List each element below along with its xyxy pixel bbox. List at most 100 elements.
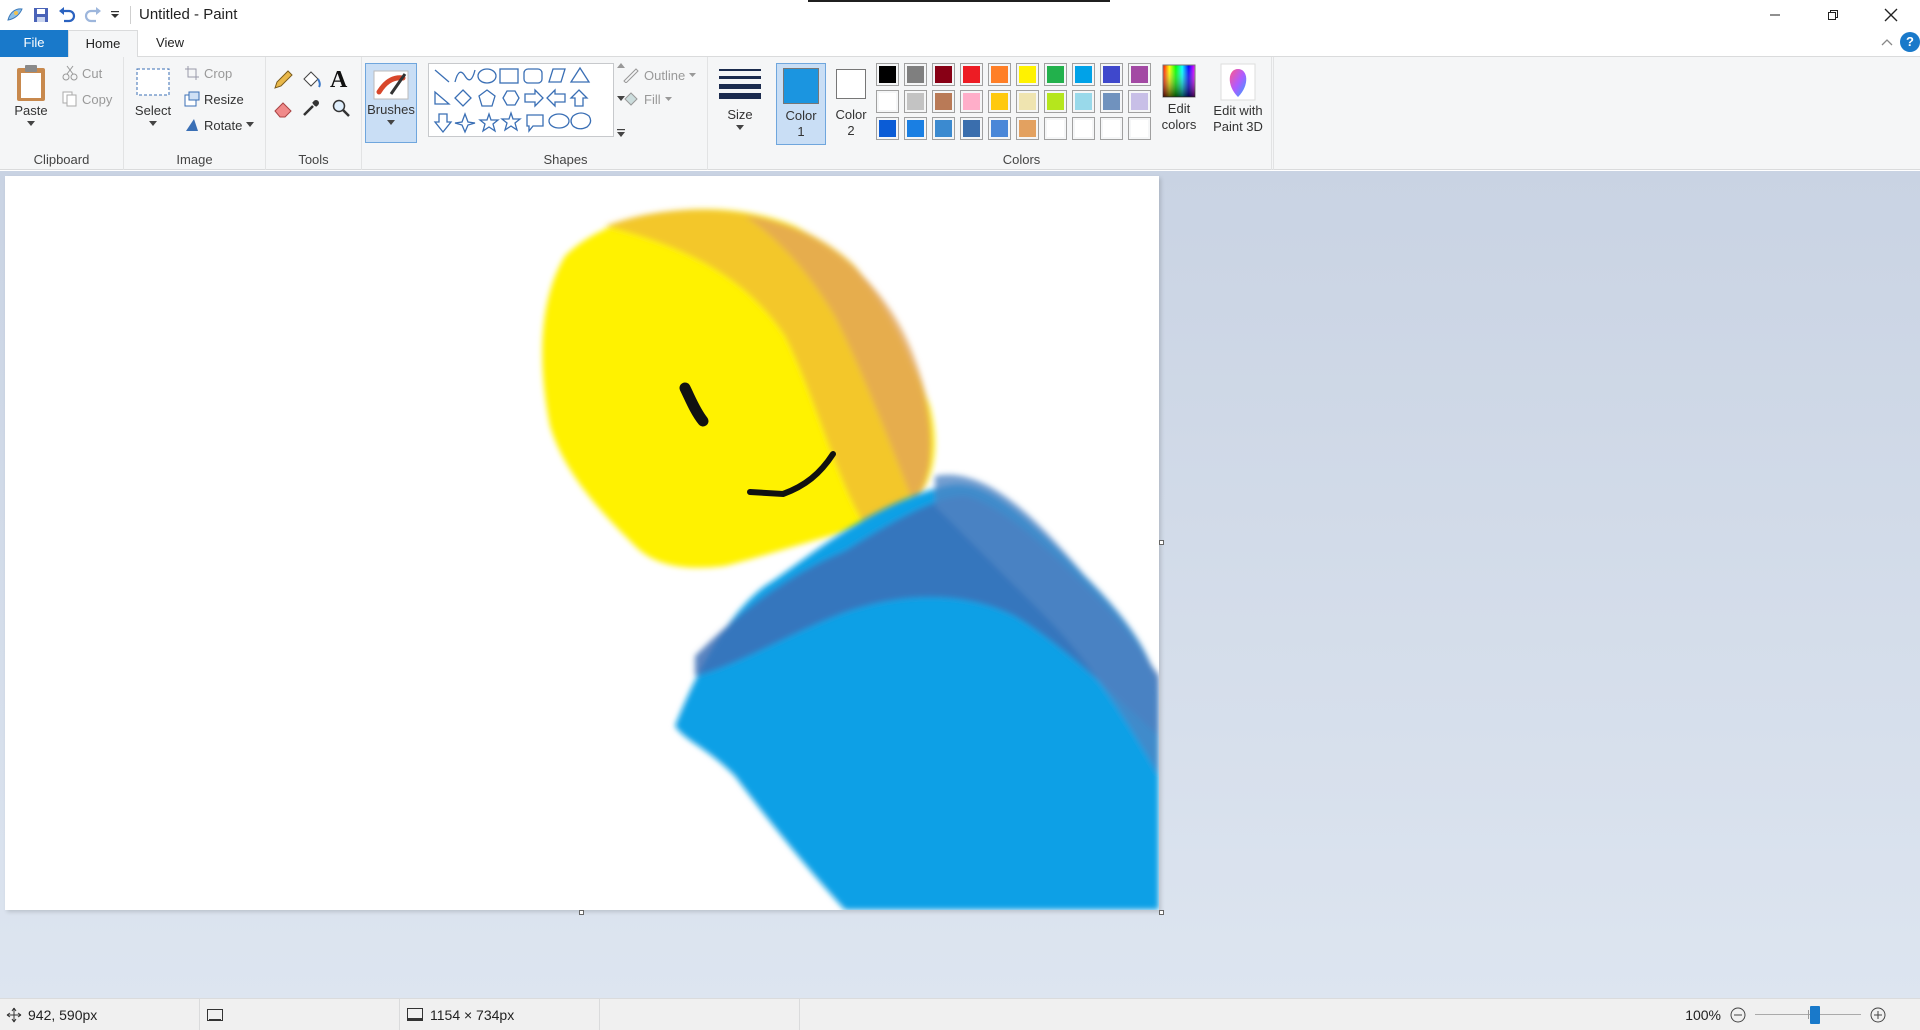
save-icon[interactable] (28, 2, 54, 28)
resize-handle-bottom[interactable] (579, 910, 584, 915)
color-swatch[interactable] (1016, 117, 1039, 140)
color-swatch[interactable] (1016, 90, 1039, 113)
tab-view[interactable]: View (138, 30, 202, 57)
redo-icon[interactable] (80, 2, 106, 28)
edit-with-paint3d-button[interactable]: Edit with Paint 3D (1208, 63, 1268, 135)
paint-app-icon[interactable] (2, 2, 28, 28)
color-swatch[interactable] (1128, 117, 1151, 140)
window-title: Untitled - Paint (130, 6, 237, 24)
color-swatch[interactable] (960, 63, 983, 86)
color-picker-icon[interactable] (300, 97, 322, 122)
size-button[interactable]: Size (716, 67, 764, 131)
paint3d-line2: Paint 3D (1213, 119, 1263, 134)
fill-label: Fill (644, 91, 661, 107)
color-swatch[interactable] (1100, 63, 1123, 86)
rotate-label: Rotate (204, 117, 243, 133)
zoom-slider[interactable] (1755, 1006, 1861, 1024)
color-swatch[interactable] (988, 90, 1011, 113)
color-swatch[interactable] (876, 63, 899, 86)
shapes-group-label: Shapes (543, 152, 588, 167)
text-tool-icon[interactable]: A (330, 67, 347, 94)
resize-handle-right[interactable] (1159, 540, 1164, 545)
color-swatch[interactable] (1072, 63, 1095, 86)
tab-home[interactable]: Home (68, 30, 138, 58)
drawing-canvas[interactable] (5, 176, 1159, 910)
color-swatch[interactable] (1072, 117, 1095, 140)
color-swatch[interactable] (904, 63, 927, 86)
color-swatch[interactable] (932, 63, 955, 86)
shapes-group: Outline Fill Shapes (424, 57, 708, 170)
minimize-button[interactable] (1746, 0, 1804, 30)
pencil-icon[interactable] (272, 69, 294, 94)
select-button[interactable]: Select (132, 67, 174, 127)
tab-file[interactable]: File (0, 30, 68, 57)
color-swatch[interactable] (876, 117, 899, 140)
ribbon-tabs: File Home View ? (0, 30, 1920, 58)
copy-button[interactable]: Copy (62, 91, 112, 107)
undo-icon[interactable] (54, 2, 80, 28)
eraser-icon[interactable] (272, 97, 294, 122)
color-swatch[interactable] (904, 117, 927, 140)
color-swatch[interactable] (904, 90, 927, 113)
title-bar: Untitled - Paint (0, 0, 1920, 30)
color-swatch[interactable] (1100, 117, 1123, 140)
ribbon: Paste Cut Copy Clipboard Select Crop Res… (0, 57, 1920, 170)
quick-access-toolbar (0, 0, 124, 30)
scissors-icon (62, 65, 78, 81)
outline-button[interactable]: Outline (622, 67, 697, 83)
fill-bucket-icon[interactable] (300, 69, 322, 94)
colors-group-label: Colors (1002, 152, 1041, 167)
rotate-button[interactable]: Rotate (184, 117, 255, 133)
zoom-level: 100% (1685, 1007, 1721, 1023)
color-palette (876, 63, 1156, 143)
collapse-ribbon-icon[interactable] (1880, 35, 1894, 50)
color-swatch[interactable] (1128, 63, 1151, 86)
image-size: 1154 × 734px (430, 1007, 515, 1023)
color1-button[interactable]: Color 1 (776, 63, 826, 145)
colors-group: Color 1 Color 2 Edit colors Colors (772, 57, 1272, 170)
crop-button[interactable]: Crop (184, 65, 232, 81)
color-swatch[interactable] (1100, 90, 1123, 113)
zoom-in-icon[interactable] (1869, 1006, 1887, 1024)
color2-label-line2: 2 (847, 123, 855, 138)
cut-label: Cut (82, 65, 103, 81)
color-swatch[interactable] (1044, 63, 1067, 86)
zoom-slider-thumb[interactable] (1809, 1006, 1820, 1024)
clipboard-group-label: Clipboard (33, 152, 90, 167)
cut-button[interactable]: Cut (62, 65, 102, 81)
zoom-out-icon[interactable] (1729, 1006, 1747, 1024)
magnifier-icon[interactable] (330, 97, 352, 122)
color-swatch[interactable] (1016, 63, 1039, 86)
color2-swatch (836, 69, 866, 99)
color-swatch[interactable] (876, 90, 899, 113)
resize-button[interactable]: Resize (184, 91, 244, 107)
edit-colors-button[interactable]: Edit colors (1152, 63, 1206, 133)
help-icon[interactable]: ? (1900, 32, 1920, 52)
resize-handle-corner[interactable] (1159, 910, 1164, 915)
paint3d-line1: Edit with (1213, 103, 1263, 118)
color-swatch[interactable] (1072, 90, 1095, 113)
color-swatch[interactable] (932, 117, 955, 140)
color-swatch[interactable] (988, 117, 1011, 140)
color-swatch[interactable] (1044, 90, 1067, 113)
color-swatch[interactable] (1128, 90, 1151, 113)
fill-button[interactable]: Fill (622, 91, 672, 107)
resize-icon (184, 91, 200, 107)
tools-group: A Tools (266, 57, 362, 170)
outline-icon (623, 68, 639, 83)
close-button[interactable] (1862, 0, 1920, 30)
color-swatch[interactable] (1044, 117, 1067, 140)
shapes-gallery[interactable] (428, 63, 614, 137)
image-size-icon (407, 1008, 423, 1021)
restore-button[interactable] (1804, 0, 1862, 30)
color-swatch[interactable] (932, 90, 955, 113)
brushes-button[interactable]: Brushes (365, 63, 417, 143)
zoom-controls: 100% (1675, 999, 1920, 1030)
color-swatch[interactable] (988, 63, 1011, 86)
paste-button[interactable]: Paste (8, 63, 54, 127)
rotate-icon (186, 119, 198, 131)
color-swatch[interactable] (960, 90, 983, 113)
color2-button[interactable]: Color 2 (828, 65, 874, 139)
customize-toolbar-icon[interactable] (106, 2, 124, 28)
color-swatch[interactable] (960, 117, 983, 140)
